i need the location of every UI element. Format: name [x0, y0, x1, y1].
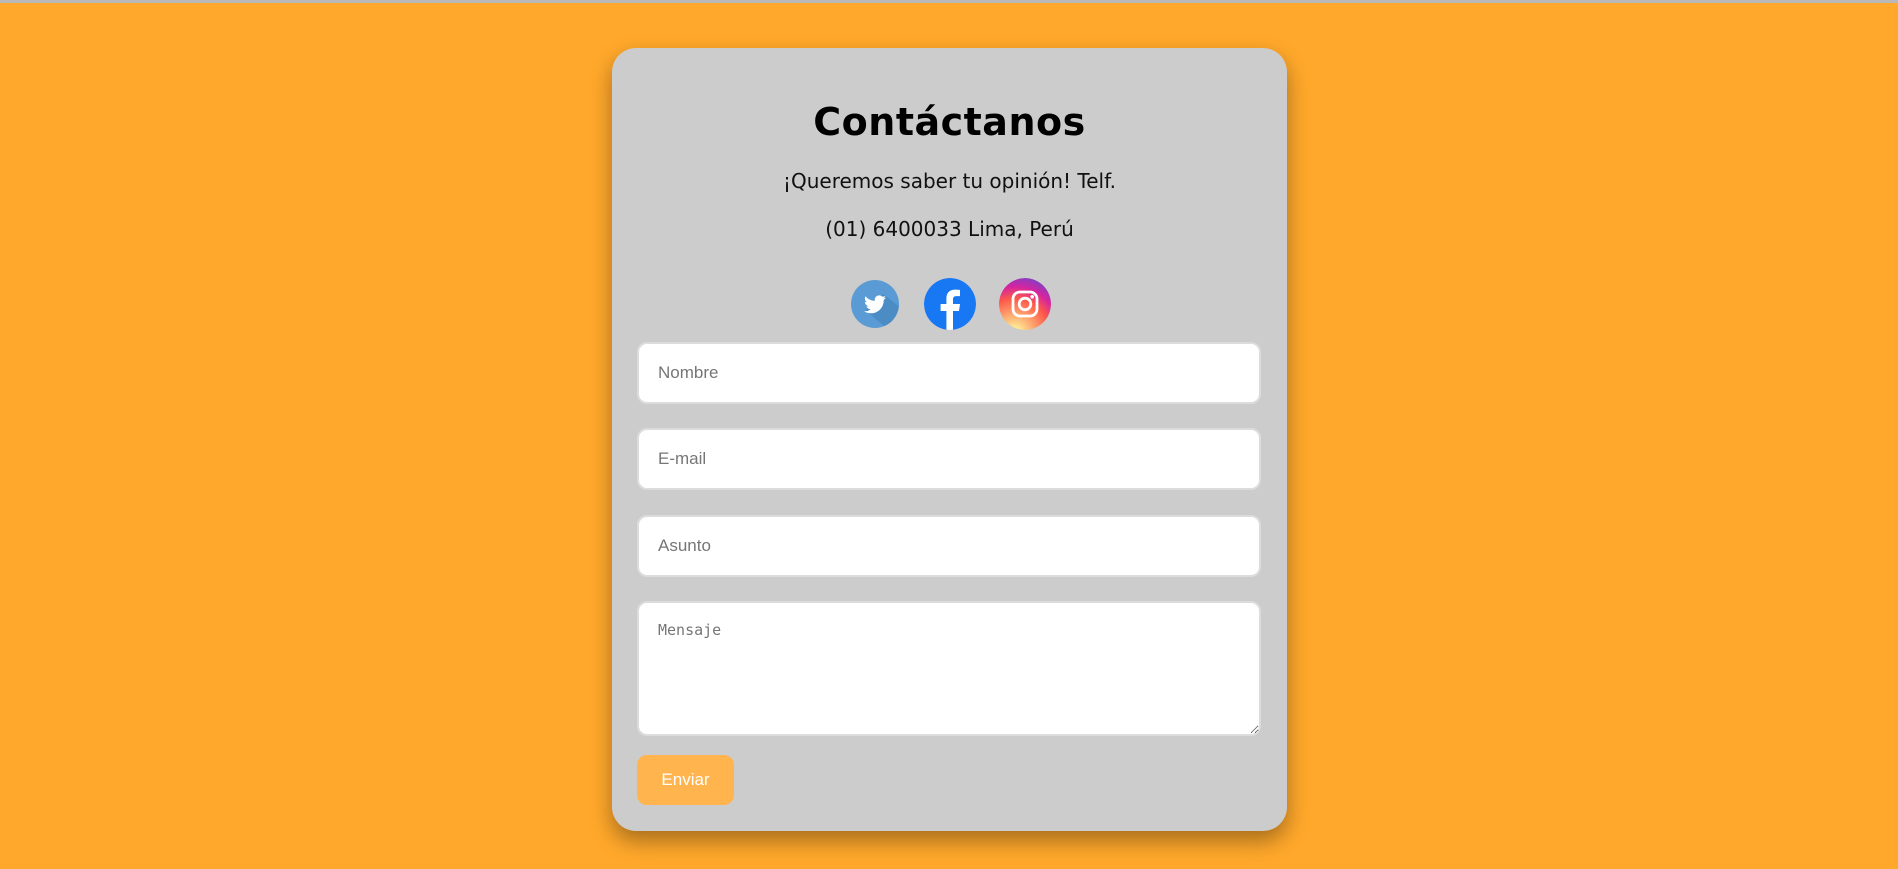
message-textarea[interactable] — [637, 601, 1261, 736]
contact-tagline: ¡Queremos saber tu opinión! Telf. — [782, 169, 1117, 193]
contact-phone-location: (01) 6400033 Lima, Perú — [825, 217, 1074, 241]
email-input[interactable] — [637, 428, 1261, 490]
subject-input[interactable] — [637, 515, 1261, 577]
instagram-icon[interactable] — [998, 278, 1051, 330]
submit-button[interactable]: Enviar — [637, 755, 734, 805]
top-border — [0, 0, 1898, 3]
twitter-icon[interactable] — [849, 278, 901, 330]
social-links — [612, 278, 1287, 330]
name-input[interactable] — [637, 342, 1261, 404]
contact-card: Contáctanos ¡Queremos saber tu opinión! … — [612, 48, 1287, 831]
page-title: Contáctanos — [813, 100, 1086, 144]
facebook-icon[interactable] — [923, 278, 976, 330]
